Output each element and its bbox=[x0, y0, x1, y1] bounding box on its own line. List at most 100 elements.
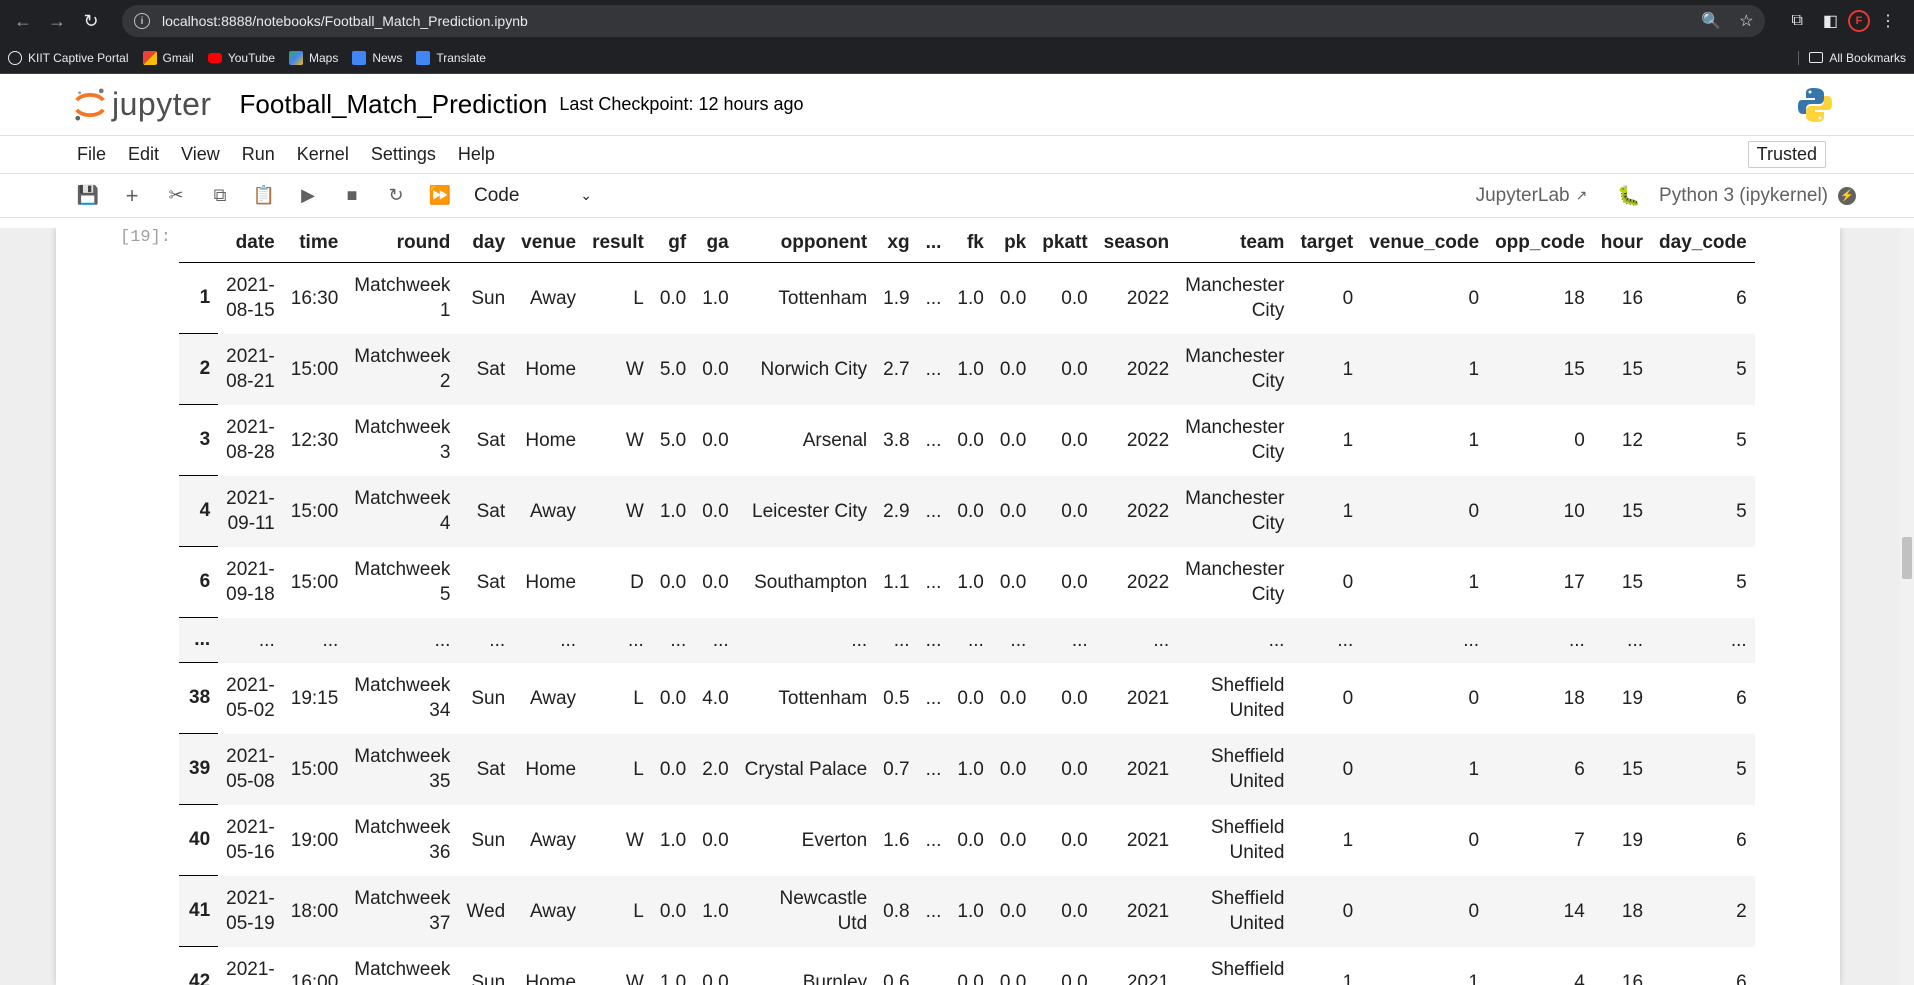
table-cell: 6 bbox=[1487, 733, 1593, 805]
back-icon[interactable]: ← bbox=[8, 6, 38, 36]
restart-icon[interactable]: ↻ bbox=[374, 185, 418, 206]
table-cell: Leicester City bbox=[736, 475, 876, 547]
table-cell: 0.7 bbox=[875, 733, 918, 805]
url-text[interactable]: localhost:8888/notebooks/Football_Match_… bbox=[162, 13, 1683, 29]
table-cell: Wed bbox=[458, 875, 514, 947]
table-cell: 0.0 bbox=[659, 687, 687, 709]
table-cell: Home bbox=[513, 733, 585, 805]
table-cell: 1 bbox=[1342, 429, 1354, 451]
kernel-name[interactable]: Python 3 (ipykernel) bbox=[1659, 185, 1828, 207]
last-checkpoint: Last Checkpoint: 12 hours ago bbox=[559, 94, 804, 114]
table-cell: 14 bbox=[1487, 875, 1593, 947]
cell-type-select[interactable]: Code ⌄ bbox=[474, 185, 592, 207]
table-cell: 6 bbox=[1736, 971, 1747, 985]
table-cell: 4.0 bbox=[702, 687, 729, 709]
menu-kebab-icon[interactable]: ⋮ bbox=[1880, 11, 1896, 31]
save-icon[interactable]: 💾 bbox=[66, 185, 110, 206]
trusted-indicator[interactable]: Trusted bbox=[1747, 141, 1826, 168]
bookmark-star-icon[interactable]: ☆ bbox=[1739, 11, 1753, 31]
table-cell: 2021 bbox=[1126, 687, 1170, 709]
cut-icon[interactable]: ✂ bbox=[154, 185, 198, 206]
table-cell: 2022 bbox=[1126, 571, 1170, 593]
table-cell: 5.0 bbox=[651, 333, 695, 405]
table-cell: Matchweek 36 bbox=[354, 817, 451, 863]
row-index: 2 bbox=[179, 333, 219, 405]
table-cell: 17 bbox=[1563, 571, 1585, 593]
extensions-icon[interactable]: ⧉ bbox=[1791, 12, 1802, 30]
bookmark-youtube[interactable]: YouTube bbox=[207, 51, 275, 65]
bookmark-kiit[interactable]: KIIT Captive Portal bbox=[8, 50, 129, 65]
reload-icon[interactable]: ↻ bbox=[76, 6, 106, 36]
menu-kernel[interactable]: Kernel bbox=[297, 144, 349, 165]
row-index: 42 bbox=[179, 946, 219, 985]
table-cell: 1.0 bbox=[702, 287, 729, 309]
jupyterlab-link[interactable]: JupyterLab bbox=[1476, 185, 1570, 207]
table-cell: 4 bbox=[1574, 971, 1585, 985]
table-cell: 16 bbox=[1621, 287, 1644, 309]
table-cell: Sun bbox=[471, 687, 506, 709]
stop-icon[interactable]: ■ bbox=[330, 185, 374, 206]
bookmark-label: Translate bbox=[436, 50, 486, 65]
paste-icon[interactable]: 📋 bbox=[242, 185, 286, 206]
table-cell: 1 bbox=[1468, 971, 1480, 985]
external-link-icon[interactable]: ↗ bbox=[1576, 187, 1588, 204]
site-info-icon[interactable]: i bbox=[134, 13, 150, 29]
bookmark-translate[interactable]: Translate bbox=[416, 50, 486, 65]
notebook-title[interactable]: Football_Match_Prediction bbox=[240, 89, 548, 120]
table-cell: 2021- 09-18 bbox=[226, 559, 275, 605]
table-cell: 15 bbox=[1621, 571, 1644, 593]
bookmark-gmail[interactable]: Gmail bbox=[142, 50, 194, 65]
side-panel-icon[interactable]: ◧ bbox=[1823, 11, 1838, 31]
table-cell: 3.8 bbox=[883, 429, 910, 451]
table-cell: ... bbox=[925, 287, 942, 309]
table-cell: 1.0 bbox=[694, 875, 737, 947]
table-cell: 15 bbox=[1592, 333, 1652, 405]
debugger-icon[interactable]: 🐛 bbox=[1617, 184, 1641, 208]
run-icon[interactable]: ▶ bbox=[286, 185, 330, 206]
table-cell: Burnley bbox=[802, 971, 868, 985]
jupyter-logo[interactable]: jupyter bbox=[74, 86, 212, 123]
profile-avatar[interactable]: F bbox=[1848, 10, 1870, 32]
table-row: 3 2021- 08-28 12:30 Matchweek 3 Sat Home W 5.0 0… bbox=[179, 404, 1755, 476]
add-cell-icon[interactable]: + bbox=[110, 183, 154, 209]
bookmark-news[interactable]: News bbox=[352, 50, 402, 65]
table-cell: 0 bbox=[1574, 429, 1585, 451]
menu-file[interactable]: File bbox=[77, 144, 106, 165]
table-cell: 0.0 bbox=[694, 333, 737, 405]
table-cell: D bbox=[630, 571, 644, 593]
fast-forward-icon[interactable]: ⏩ bbox=[418, 185, 462, 206]
table-cell: Home bbox=[513, 333, 585, 405]
forward-icon[interactable]: → bbox=[42, 6, 72, 36]
table-cell: Arsenal bbox=[802, 429, 868, 451]
table-cell: 0 bbox=[1342, 687, 1354, 709]
table-cell: 0 bbox=[1342, 287, 1354, 309]
menu-settings[interactable]: Settings bbox=[371, 144, 436, 165]
all-bookmarks[interactable]: All Bookmarks bbox=[1798, 50, 1906, 65]
table-cell: Home bbox=[525, 971, 577, 985]
table-cell: ... bbox=[584, 617, 652, 663]
copy-icon[interactable]: ⧉ bbox=[198, 185, 242, 206]
table-cell: 0 bbox=[1361, 475, 1488, 547]
menu-help[interactable]: Help bbox=[458, 144, 495, 165]
column-header: hour bbox=[1592, 228, 1652, 263]
table-cell: L bbox=[633, 287, 644, 309]
scrollbar[interactable] bbox=[1900, 228, 1914, 985]
address-bar[interactable]: i localhost:8888/notebooks/Football_Matc… bbox=[122, 5, 1766, 37]
table-cell: 2021- 05-19 bbox=[218, 875, 283, 947]
column-header: target bbox=[1292, 228, 1362, 263]
table-cell: ... bbox=[925, 829, 942, 851]
table-cell: 0.0 bbox=[1061, 829, 1088, 851]
menu-run[interactable]: Run bbox=[242, 144, 275, 165]
bookmark-maps[interactable]: Maps bbox=[289, 50, 338, 65]
table-cell: 1.1 bbox=[883, 571, 910, 593]
table-cell: Matchweek 37 bbox=[346, 875, 459, 947]
table-cell: Manchester City bbox=[1177, 475, 1293, 547]
scrollbar-thumb[interactable] bbox=[1902, 537, 1912, 579]
row-index: 4 bbox=[179, 475, 219, 547]
row-index: 38 bbox=[179, 662, 219, 734]
row-index: 3 bbox=[179, 404, 219, 476]
table-cell: Matchweek 3 bbox=[354, 417, 451, 463]
menu-edit[interactable]: Edit bbox=[128, 144, 159, 165]
zoom-icon[interactable]: 🔍 bbox=[1701, 11, 1721, 31]
menu-view[interactable]: View bbox=[181, 144, 220, 165]
